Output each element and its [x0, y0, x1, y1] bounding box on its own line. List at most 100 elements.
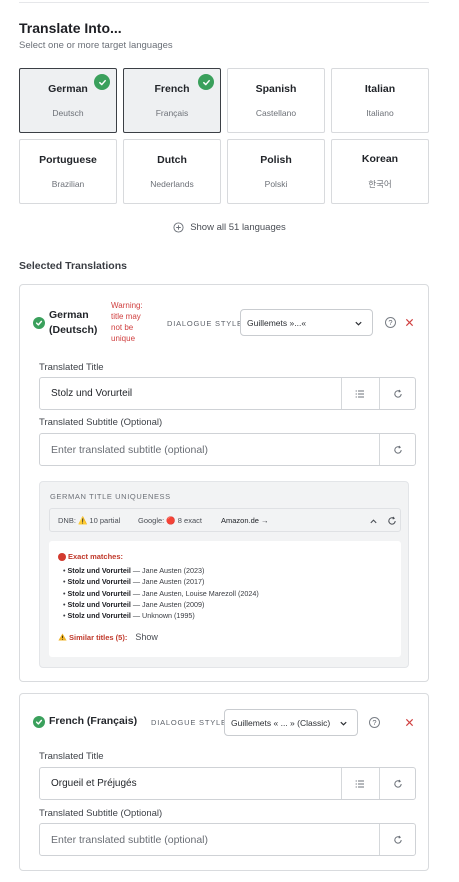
- translated-subtitle-label: Translated Subtitle (Optional): [39, 808, 163, 819]
- match-title: Stolz und Vorurteil: [67, 588, 131, 598]
- match-detail: — Jane Austen (2023): [130, 566, 205, 575]
- field-divider: [379, 824, 380, 855]
- page-subtitle: Select one or more target languages: [19, 40, 173, 51]
- translated-title-input[interactable]: Stolz und Vorurteil: [39, 377, 416, 410]
- language-card-polish[interactable]: Polish Polski: [227, 139, 325, 204]
- match-title: Stolz und Vorurteil: [67, 599, 131, 609]
- match-detail: — Jane Austen (2009): [130, 599, 205, 609]
- list-icon[interactable]: [355, 779, 365, 789]
- language-card-dutch[interactable]: Dutch Nederlands: [123, 139, 221, 204]
- language-card-italian[interactable]: Italian Italiano: [331, 68, 429, 133]
- close-icon[interactable]: [405, 718, 414, 727]
- similar-titles-show-button[interactable]: Show: [135, 632, 158, 642]
- google-status: Google: 🔴 8 exact: [138, 516, 202, 525]
- chevron-down-icon: [340, 721, 347, 726]
- help-icon[interactable]: ?: [385, 317, 396, 328]
- translated-title-label: Translated Title: [39, 751, 104, 762]
- amazon-link[interactable]: Amazon.de →: [221, 516, 269, 525]
- language-native: 한국어: [368, 179, 392, 189]
- dnb-status: DNB: ⚠️ 10 partial: [58, 516, 121, 525]
- list-item: • Stolz und Vorurteil — Unknown (1995): [63, 611, 195, 621]
- match-detail: — Unknown (1995): [130, 611, 195, 621]
- exact-matches-heading: Exact matches:: [58, 552, 123, 561]
- list-icon[interactable]: [355, 389, 365, 399]
- language-native: Castellano: [255, 108, 297, 118]
- match-detail: — Jane Austen (2017): [130, 577, 205, 587]
- chevron-up-icon[interactable]: [369, 517, 378, 526]
- language-name: Portuguese: [39, 154, 97, 166]
- show-all-label: Show all 51 languages: [190, 222, 286, 233]
- language-name: French: [154, 83, 190, 95]
- exact-matches-label: Exact matches:: [68, 552, 124, 561]
- list-item: • Stolz und Vorurteil — Jane Austen, Lou…: [63, 588, 259, 598]
- language-card-portuguese[interactable]: Portuguese Brazilian: [19, 139, 117, 204]
- language-name: Polish: [260, 154, 292, 166]
- uniqueness-warning: Warning: title may not be unique: [111, 301, 143, 343]
- language-card-spanish[interactable]: Spanish Castellano: [227, 68, 325, 133]
- check-icon: [33, 317, 45, 329]
- chevron-down-icon: [355, 321, 362, 326]
- translation-card-french: French (Français) DIALOGUE STYLE Guillem…: [19, 693, 429, 871]
- show-all-languages-button[interactable]: Show all 51 languages: [0, 222, 459, 233]
- language-name: German: [48, 83, 88, 95]
- list-item: • Stolz und Vorurteil — Jane Austen (200…: [63, 599, 205, 609]
- dialogue-style-value: Guillemets »...«: [247, 317, 307, 328]
- translated-title-value: Orgueil et Préjugés: [51, 778, 137, 789]
- dialogue-style-select[interactable]: Guillemets »...«: [240, 309, 373, 336]
- translated-subtitle-input[interactable]: Enter translated subtitle (optional): [39, 433, 416, 466]
- language-name: Italian: [364, 83, 396, 95]
- language-name: Spanish: [255, 83, 297, 95]
- translation-heading: French (Français): [49, 715, 138, 727]
- refresh-icon[interactable]: [393, 445, 403, 455]
- translation-heading: German (Deutsch): [49, 309, 98, 336]
- match-list: • Stolz und Vorurteil — Jane Austen (202…: [63, 565, 259, 621]
- refresh-icon[interactable]: [387, 516, 397, 526]
- list-item: • Stolz und Vorurteil — Jane Austen (202…: [63, 566, 205, 575]
- close-icon[interactable]: [405, 318, 414, 327]
- field-divider: [379, 378, 380, 409]
- uniqueness-summary-bar: DNB: ⚠️ 10 partial Google: 🔴 8 exact Ama…: [49, 508, 401, 532]
- plus-circle-icon: [173, 222, 184, 233]
- top-divider: [19, 2, 429, 3]
- similar-titles-label: Similar titles (5):: [69, 632, 128, 642]
- translated-subtitle-input[interactable]: Enter translated subtitle (optional): [39, 823, 416, 856]
- language-card-french[interactable]: French Français: [123, 68, 221, 133]
- language-name: Dutch: [157, 154, 187, 166]
- match-title: Stolz und Vorurteil: [67, 577, 131, 587]
- refresh-icon[interactable]: [393, 835, 403, 845]
- language-native: Nederlands: [150, 179, 194, 189]
- field-divider: [379, 768, 380, 799]
- similar-titles-row: Similar titles (5): Show: [58, 632, 158, 642]
- match-title: Stolz und Vorurteil: [67, 566, 131, 575]
- match-detail: — Jane Austen, Louise Marezoll (2024): [130, 588, 259, 598]
- language-grid: German Deutsch French Français Spanish C…: [19, 68, 429, 204]
- translated-title-label: Translated Title: [39, 362, 104, 373]
- dialogue-style-select[interactable]: Guillemets « ... » (Classic): [224, 709, 358, 736]
- check-icon: [198, 74, 214, 90]
- check-icon: [94, 74, 110, 90]
- language-native: Italiano: [366, 108, 394, 118]
- check-icon: [33, 716, 45, 728]
- match-title: Stolz und Vorurteil: [67, 611, 131, 621]
- refresh-icon[interactable]: [393, 389, 403, 399]
- dialogue-style-label: DIALOGUE STYLE: [151, 718, 227, 727]
- list-item: • Stolz und Vorurteil — Jane Austen (201…: [63, 577, 205, 587]
- uniqueness-title: GERMAN TITLE UNIQUENESS: [50, 492, 171, 501]
- translation-card-german: German (Deutsch) Warning: title may not …: [19, 284, 429, 682]
- subtitle-placeholder: Enter translated subtitle (optional): [51, 834, 209, 846]
- language-name: Korean: [361, 153, 399, 165]
- translated-title-value: Stolz und Vorurteil: [51, 388, 133, 399]
- field-divider: [341, 378, 342, 409]
- language-native: Brazilian: [51, 179, 85, 189]
- translated-subtitle-label: Translated Subtitle (Optional): [39, 417, 163, 428]
- language-card-german[interactable]: German Deutsch: [19, 68, 117, 133]
- field-divider: [341, 768, 342, 799]
- warning-icon: [58, 633, 67, 641]
- language-native: Français: [155, 108, 189, 118]
- help-icon[interactable]: ?: [369, 717, 380, 728]
- refresh-icon[interactable]: [393, 779, 403, 789]
- language-card-korean[interactable]: Korean 한국어: [331, 139, 429, 204]
- title-uniqueness-panel: GERMAN TITLE UNIQUENESS DNB: ⚠️ 10 parti…: [39, 481, 409, 668]
- field-divider: [379, 434, 380, 465]
- translated-title-input[interactable]: Orgueil et Préjugés: [39, 767, 416, 800]
